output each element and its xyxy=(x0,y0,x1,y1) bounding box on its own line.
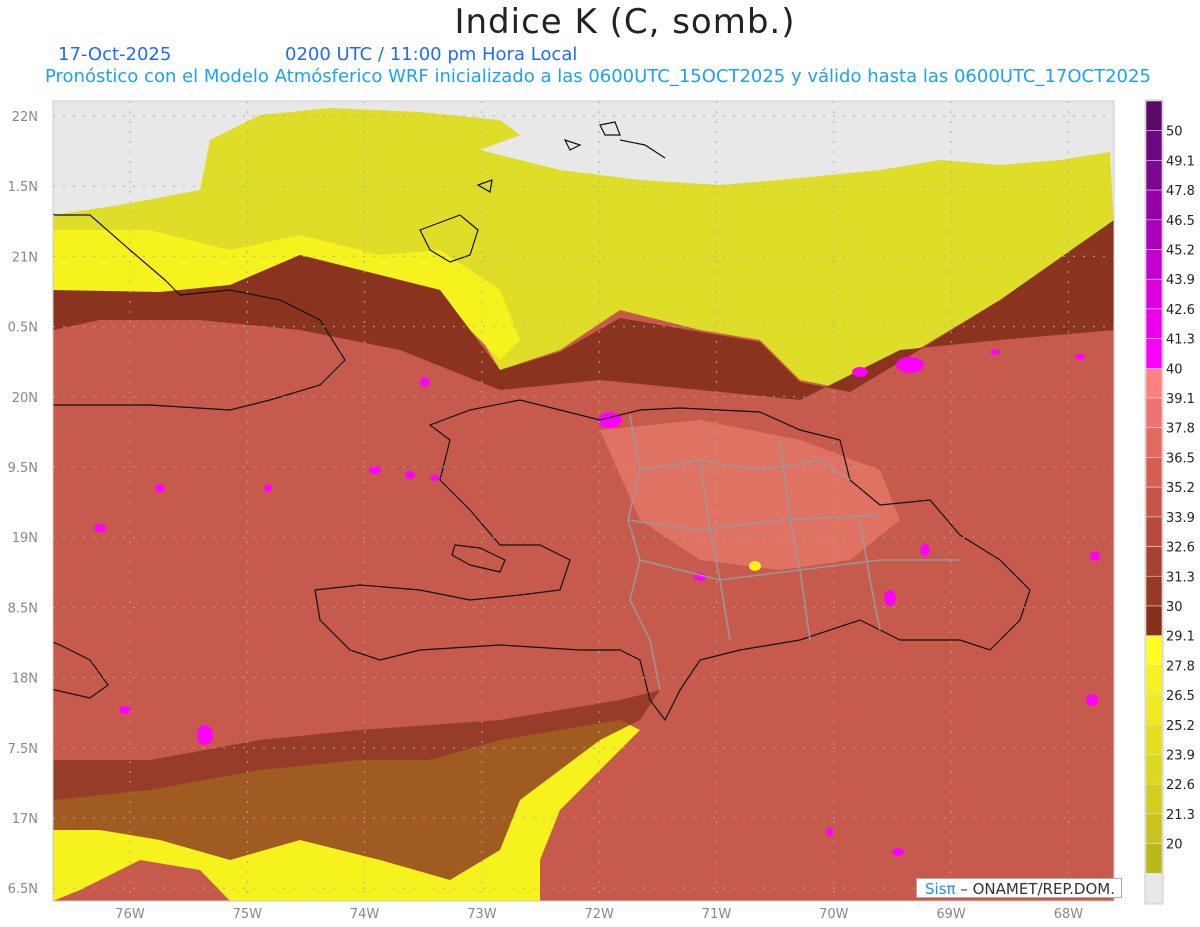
watermark-text: – ONAMET/REP.DOM. xyxy=(960,880,1115,898)
colorbar-swatch xyxy=(1145,754,1163,785)
colorbar-swatch xyxy=(1145,278,1163,310)
colorbar-label: 23.9 xyxy=(1166,748,1195,763)
colorbar-swatch xyxy=(1145,665,1163,696)
colorbar-label: 47.8 xyxy=(1166,184,1195,199)
colorbar-label: 31.3 xyxy=(1166,570,1195,585)
colorbar-swatch xyxy=(1145,160,1163,191)
colorbar-label: 42.6 xyxy=(1166,303,1195,318)
colorbar-swatch xyxy=(1145,843,1163,874)
colorbar-label: 20 xyxy=(1166,838,1183,853)
colorbar-swatch xyxy=(1145,100,1163,132)
lon-label: 71W xyxy=(702,907,732,922)
colorbar-label: 30 xyxy=(1166,600,1183,615)
colorbar-swatch xyxy=(1145,605,1163,636)
colorbar-swatch xyxy=(1145,130,1163,161)
colorbar-swatch xyxy=(1145,338,1163,369)
lon-label: 74W xyxy=(350,907,380,922)
colorbar-label: 41.3 xyxy=(1166,333,1195,348)
colorbar-swatch xyxy=(1145,397,1163,429)
colorbar-label: 32.6 xyxy=(1166,541,1195,556)
lon-label: 73W xyxy=(467,907,497,922)
colorbar-swatch xyxy=(1145,486,1163,518)
colorbar-label: 40 xyxy=(1166,362,1183,377)
colorbar-label: 25.2 xyxy=(1166,719,1195,734)
lat-label: 18N xyxy=(12,672,38,687)
lon-label: 76W xyxy=(115,907,145,922)
lat-label: 9.5N xyxy=(8,461,38,476)
lat-label: 6.5N xyxy=(8,882,38,897)
colorbar-label: 50 xyxy=(1166,125,1183,140)
colorbar-swatch xyxy=(1145,189,1163,221)
colorbar-label: 49.1 xyxy=(1166,154,1195,169)
colorbar-swatch xyxy=(1145,516,1163,547)
colorbar-swatch xyxy=(1145,457,1163,488)
k-index-map: 22N 1.5N 21N 0.5N 20N 9.5N 19N 8.5N 18N 7.5N 17N 6.… xyxy=(8,99,1195,922)
colorbar-label: 37.8 xyxy=(1166,422,1195,437)
lat-label: 20N xyxy=(12,391,38,406)
lat-label: 8.5N xyxy=(8,601,38,616)
colorbar-label: 33.9 xyxy=(1166,511,1195,526)
colorbar-swatch xyxy=(1145,783,1163,815)
colorbar-swatch xyxy=(1145,219,1163,250)
colorbar-label: 39.1 xyxy=(1166,392,1195,407)
lat-label: 21N xyxy=(12,250,38,265)
colorbar-swatch xyxy=(1145,694,1163,726)
colorbar-label: 21.3 xyxy=(1166,808,1195,823)
colorbar-label: 36.5 xyxy=(1166,451,1195,466)
lat-label: 22N xyxy=(12,110,38,125)
colorbar-swatch xyxy=(1145,427,1163,458)
lat-label: 7.5N xyxy=(8,742,38,757)
colorbar-label: 45.2 xyxy=(1166,244,1195,259)
watermark: Sisπ – ONAMET/REP.DOM. xyxy=(916,878,1122,898)
lon-label: 70W xyxy=(819,907,849,922)
colorbar-swatch xyxy=(1145,249,1163,280)
lat-label: 19N xyxy=(12,531,38,546)
colorbar-swatch xyxy=(1145,813,1163,844)
low-k-spot xyxy=(749,561,761,571)
colorbar-swatch xyxy=(1145,575,1163,607)
colorbar-label: 35.2 xyxy=(1166,481,1195,496)
colorbar-swatch xyxy=(1145,546,1163,577)
colorbar-label: 46.5 xyxy=(1166,214,1195,229)
colorbar-label: 26.5 xyxy=(1166,689,1195,704)
lon-label: 72W xyxy=(584,907,614,922)
colorbar-label: 43.9 xyxy=(1166,273,1195,288)
lat-label: 1.5N xyxy=(8,180,38,195)
colorbar-label: 22.6 xyxy=(1166,778,1195,793)
colorbar-swatch xyxy=(1145,635,1163,666)
colorbar-swatch xyxy=(1145,872,1163,904)
lat-label: 0.5N xyxy=(8,321,38,336)
colorbar-swatch xyxy=(1145,368,1163,399)
colorbar-swatch xyxy=(1145,308,1163,339)
colorbar-label: 29.1 xyxy=(1166,630,1195,645)
colorbar: 50 49.1 47.8 46.5 45.2 43.9 42.6 41.3 40 39.1 37.8… xyxy=(1144,99,1195,905)
watermark-brand: Sisπ xyxy=(925,880,956,898)
lon-label: 68W xyxy=(1054,907,1084,922)
colorbar-swatch xyxy=(1145,724,1163,755)
lon-label: 75W xyxy=(233,907,263,922)
colorbar-label: 27.8 xyxy=(1166,659,1195,674)
lat-label: 17N xyxy=(12,812,38,827)
lon-label: 69W xyxy=(936,907,966,922)
